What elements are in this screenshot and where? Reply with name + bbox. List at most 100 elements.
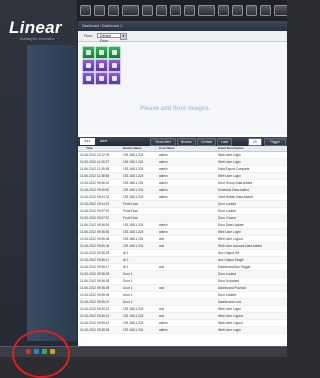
table-row[interactable]: 11-06-2012 11:40:27 192.168.1.224 admin Web… [78,159,287,166]
contact-button[interactable]: Contact [197,138,216,146]
app-logo: Linear [9,18,62,37]
table-row[interactable]: 11-06-2012 09:37:57 Front Door Door Locked [78,208,287,215]
toolbar-tool-icon[interactable] [184,5,195,16]
table-row[interactable]: 11-06-2012 12:12:39 192.168.1.224 admin Web… [78,152,287,159]
cell-event: Data Export Complete [218,167,250,171]
cell-event: Door Locked [218,293,237,297]
table-row[interactable]: 11-06-2012 09:37:57 Front Door Door Closed [78,215,287,222]
cell-user: admin [159,195,168,199]
cell-user: ariz [159,314,165,318]
aux-device-icon[interactable] [95,59,108,72]
table-row[interactable]: 11-06-2012 09:35:08 192.168.1.224 admin Web… [78,327,287,334]
cell-event: Web User Login [218,174,241,178]
aux-device-icon[interactable] [95,72,108,85]
table-row[interactable]: 11-06-2012 09:35:15 192.168.1.224 admin Web… [78,320,287,327]
door-device-icon[interactable] [82,46,95,59]
table-row[interactable]: 11-06-2012 09:36:51 192.168.1.224 admin Doo… [78,222,287,229]
table-row[interactable]: 11-06-2012 09:35:47 Door 1 Dashboard Lock [78,299,287,306]
toolbar-tool-icon[interactable] [142,5,153,16]
toolbar-tool-icon[interactable] [260,5,271,16]
toolbar-tool-icon[interactable] [274,5,287,16]
door-device-icon[interactable] [95,46,108,59]
cell-device: Door 1 [123,300,133,304]
cell-user: admin [159,174,168,178]
table-row[interactable]: 11-06-2012 09:36:17 AI 1 Aux Output Single [78,257,287,264]
toolbar-tool-icon[interactable] [94,5,105,16]
table-row[interactable]: 11-06-2012 09:36:17 AI 1 ariz Dashboard Aux… [78,264,287,271]
table-row[interactable]: 11-06-2012 09:45:50 192.168.1.224 admin Sch… [78,187,287,194]
tab-all[interactable]: ALL [80,138,95,145]
table-row[interactable]: 11-06-2012 11:38:55 192.168.1.224 admin Web… [78,173,287,180]
tab-alert[interactable]: Alert [96,138,111,145]
table-row[interactable]: 11-06-2012 09:36:08 Door 1 ariz Dashboard P… [78,285,287,292]
cell-event: Web User Login [218,230,241,234]
cell-time: 11-06-2012 12:12:39 [80,153,110,157]
cell-device: Door 1 [123,272,133,276]
toolbar-tool-icon[interactable] [232,5,243,16]
cell-event: Door Data Update [218,223,244,227]
trigger-button[interactable]: Trigger [264,138,286,146]
cell-device: 192.168.1.224 [123,244,144,248]
toolbar-tool-icon[interactable] [246,5,257,16]
toolbar-tool-icon[interactable] [170,5,181,16]
cell-event: Schedule Data Added [218,188,249,192]
cell-event: Web User Login [218,328,241,332]
cell-event: Door Closed [218,216,236,220]
toolbar-tool-icon[interactable] [80,5,91,16]
table-row[interactable]: 11-06-2012 09:36:50 192.168.1.224 admin Web… [78,229,287,236]
cell-event: Door Group Data Added [218,181,253,185]
aux-device-icon[interactable] [82,72,95,85]
table-row[interactable]: 11-06-2012 09:36:08 Door 1 Door Locked [78,271,287,278]
cell-device: Door 1 [123,279,133,283]
aux-device-icon[interactable] [108,72,121,85]
cell-user: admin [159,188,168,192]
col-time[interactable]: Time [86,146,93,151]
load-button[interactable]: Load [217,138,232,146]
table-row[interactable]: 11-06-2012 09:36:28 AI 1 Aux Output Off [78,250,287,257]
floor-select[interactable]: Default Floor [97,33,121,43]
table-row[interactable]: 11-06-2012 09:36:46 192.168.1.224 ariz Web … [78,236,287,243]
cell-device: Front Door [123,202,139,206]
table-row[interactable]: 11-06-2012 09:46:00 192.168.1.224 admin Doo… [78,180,287,187]
cell-device: 192.168.1.224 [123,307,144,311]
table-row[interactable]: 11-06-2012 09:36:46 192.168.1.224 ariz Web … [78,243,287,250]
cell-time: 11-06-2012 09:36:08 [80,286,110,290]
cell-time: 11-06-2012 09:35:21 [80,314,110,318]
cell-time: 11-06-2012 09:36:46 [80,237,110,241]
table-row[interactable]: 11-06-2012 09:44:03 Front Door Door Locked [78,201,287,208]
toolbar-tool-icon[interactable] [198,5,215,16]
table-row[interactable]: 11-06-2012 09:36:06 Door 1 Door Locked [78,292,287,299]
event-count-field[interactable]: 20 [248,138,262,146]
cell-device: 192.168.1.224 [123,167,144,171]
table-row[interactable]: 11-06-2012 11:39:35 192.168.1.224 admin Dat… [78,166,287,173]
door-device-icon[interactable] [108,46,121,59]
cell-device: 192.168.1.224 [123,328,144,332]
chevron-down-icon[interactable]: ▼ [120,33,127,40]
table-row[interactable]: 11-06-2012 09:35:21 192.168.1.224 ariz Web … [78,306,287,313]
toolbar-tool-icon[interactable] [108,5,119,16]
toolbar-tool-icon[interactable] [218,5,229,16]
toolbar-tool-icon[interactable] [122,5,139,16]
cell-event: Web User Login [218,307,241,311]
col-event-description[interactable]: Event Description [218,146,244,151]
table-row[interactable]: 11-06-2012 09:35:21 192.168.1.224 ariz Web … [78,313,287,320]
show-alert-dropdown[interactable]: Show Alert [150,138,176,146]
cell-event: Web User Login [218,160,241,164]
cell-event: Web User Login [218,153,241,157]
table-row[interactable]: 11-06-2012 09:44:33 192.168.1.224 admin Car… [78,194,287,201]
cell-user: ariz [159,265,165,269]
cell-time: 11-06-2012 09:36:17 [80,258,110,262]
cell-device: 192.168.1.224 [123,230,144,234]
browse-button[interactable]: Browse [177,138,196,146]
aux-device-icon[interactable] [108,59,121,72]
cell-event: Door Locked [218,202,237,206]
cell-device: 192.168.1.224 [123,153,144,157]
cell-user: admin [159,160,168,164]
col-user-name[interactable]: User Name [159,146,175,151]
toolbar-tool-icon[interactable] [156,5,167,16]
col-device-name[interactable]: Device Name [123,146,142,151]
cell-time: 11-06-2012 09:36:17 [80,265,110,269]
table-row[interactable]: 11-06-2012 09:36:08 Door 1 Door Unlocked [78,278,287,285]
aux-device-icon[interactable] [82,59,95,72]
cell-user: ariz [159,307,165,311]
